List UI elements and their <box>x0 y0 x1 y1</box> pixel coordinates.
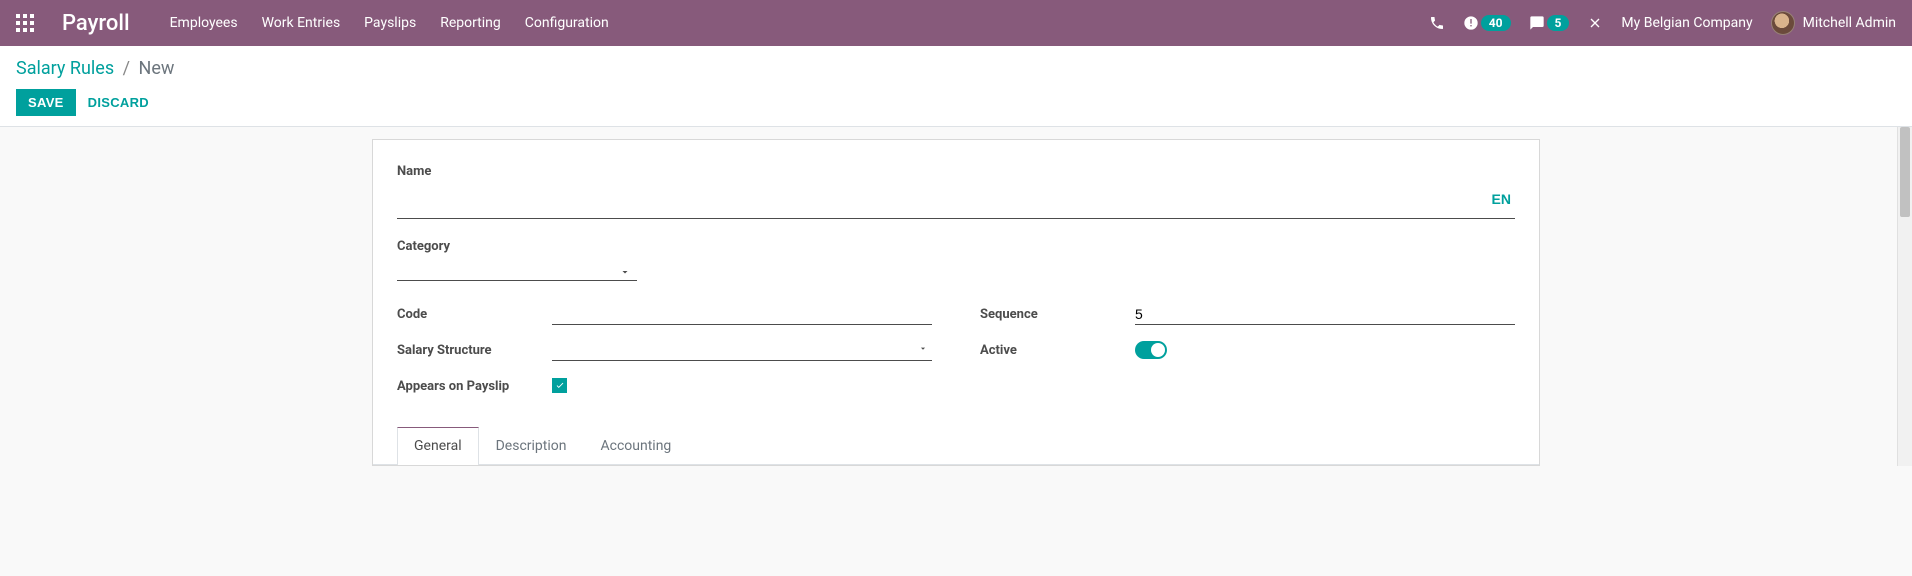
avatar <box>1771 11 1795 35</box>
user-name: Mitchell Admin <box>1803 15 1896 31</box>
breadcrumb-parent[interactable]: Salary Rules <box>16 58 114 79</box>
nav-payslips[interactable]: Payslips <box>364 15 416 31</box>
app-brand[interactable]: Payroll <box>62 11 130 36</box>
code-label: Code <box>397 307 552 322</box>
control-panel: Salary Rules / New SAVE DISCARD <box>0 46 1912 127</box>
active-toggle[interactable] <box>1135 341 1167 359</box>
appears-checkbox[interactable] <box>552 378 567 393</box>
topbar: Payroll Employees Work Entries Payslips … <box>0 0 1912 46</box>
salary-structure-label: Salary Structure <box>397 343 552 358</box>
scrollbar[interactable] <box>1897 127 1912 466</box>
nav-configuration[interactable]: Configuration <box>525 15 609 31</box>
breadcrumb-current: New <box>139 58 175 79</box>
company-selector[interactable]: My Belgian Company <box>1621 15 1752 31</box>
appears-label: Appears on Payslip <box>397 379 552 394</box>
tools-icon[interactable] <box>1587 15 1603 31</box>
name-input[interactable] <box>397 185 1515 219</box>
code-input[interactable] <box>552 304 932 325</box>
main-nav: Employees Work Entries Payslips Reportin… <box>170 15 609 31</box>
content: Name EN Category Code <box>0 127 1912 466</box>
user-menu[interactable]: Mitchell Admin <box>1771 11 1896 35</box>
phone-icon[interactable] <box>1429 15 1445 31</box>
scrollbar-thumb[interactable] <box>1900 127 1910 217</box>
category-label: Category <box>397 239 1515 254</box>
active-label: Active <box>980 343 1135 358</box>
salary-structure-select[interactable] <box>552 340 932 361</box>
messages-button[interactable]: 5 <box>1529 15 1570 31</box>
category-select[interactable] <box>397 260 637 281</box>
nav-work-entries[interactable]: Work Entries <box>262 15 341 31</box>
tab-accounting[interactable]: Accounting <box>583 427 688 464</box>
activity-count: 40 <box>1481 15 1511 31</box>
nav-employees[interactable]: Employees <box>170 15 238 31</box>
activity-button[interactable]: 40 <box>1463 15 1511 31</box>
discard-button[interactable]: DISCARD <box>88 95 149 110</box>
sequence-label: Sequence <box>980 307 1135 322</box>
sequence-input[interactable] <box>1135 304 1515 325</box>
name-label: Name <box>397 164 1515 179</box>
tab-general[interactable]: General <box>397 427 479 465</box>
save-button[interactable]: SAVE <box>16 89 76 116</box>
message-count: 5 <box>1547 15 1570 31</box>
breadcrumb-sep: / <box>123 58 130 79</box>
nav-reporting[interactable]: Reporting <box>440 15 501 31</box>
form-sheet: Name EN Category Code <box>372 139 1540 466</box>
tab-description[interactable]: Description <box>479 427 584 464</box>
topbar-right: 40 5 My Belgian Company Mitchell Admin <box>1429 11 1896 35</box>
breadcrumb: Salary Rules / New <box>16 58 1896 79</box>
form-tabs: General Description Accounting <box>373 427 1539 465</box>
apps-icon[interactable] <box>16 14 34 32</box>
translate-button[interactable]: EN <box>1492 191 1511 207</box>
